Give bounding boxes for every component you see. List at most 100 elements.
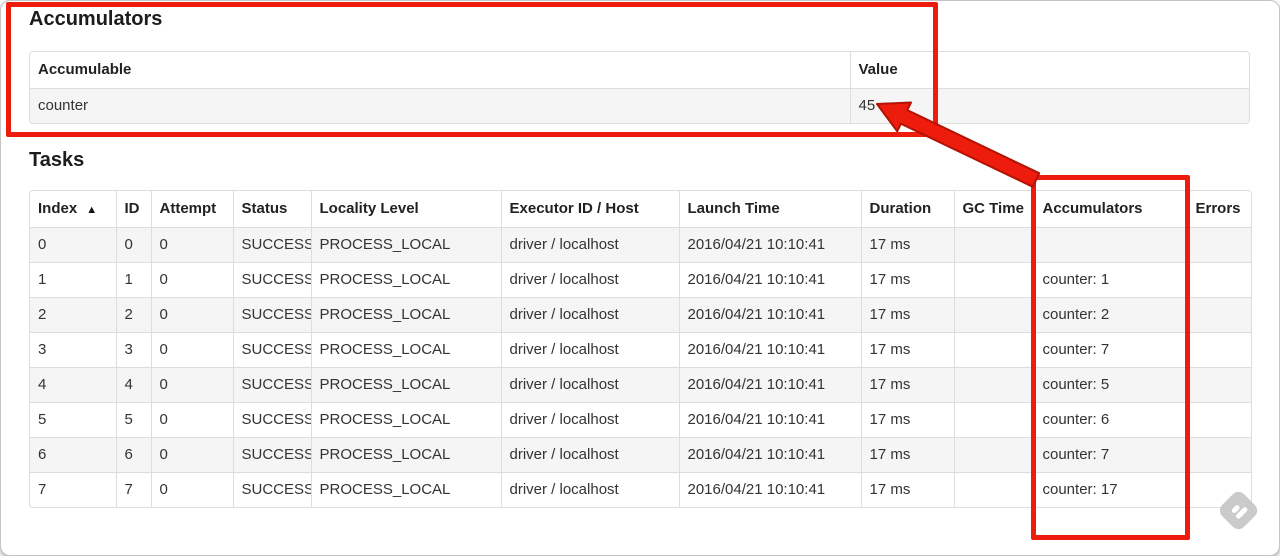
table-cell: 0 — [150, 297, 233, 333]
table-cell: 7 — [115, 472, 151, 507]
table-cell: 1 — [30, 262, 116, 298]
column-header-attempt[interactable]: Attempt — [150, 191, 233, 228]
accumulators-section-title: Accumulators — [29, 8, 163, 30]
table-cell — [1186, 402, 1251, 438]
table-cell — [953, 472, 1034, 507]
table-cell: 4 — [30, 367, 116, 403]
table-cell: driver / localhost — [500, 297, 679, 333]
table-cell — [953, 367, 1034, 403]
column-header-index[interactable]: Index ▲ — [30, 191, 116, 228]
table-row: 3 3 0 SUCCESS PROCESS_LOCAL driver / localhos… — [30, 332, 1251, 368]
table-cell: 2016/04/21 10:10:41 — [678, 367, 861, 403]
table-cell: PROCESS_LOCAL — [310, 402, 501, 438]
table-cell: driver / localhost — [500, 437, 679, 473]
table-cell: 2 — [30, 297, 116, 333]
accumulators-table: Accumulable Value counter 45 — [29, 51, 1250, 124]
tasks-table-grid: Index ▲ ID Attempt Status Locality Level Execu… — [30, 191, 1251, 507]
table-cell: counter: 17 — [1033, 472, 1187, 507]
column-header-label: Index — [38, 200, 78, 217]
table-cell: SUCCESS — [232, 297, 311, 333]
table-cell: PROCESS_LOCAL — [310, 262, 501, 298]
table-cell: 0 — [150, 227, 233, 263]
table-cell: 5 — [115, 402, 151, 438]
table-cell: driver / localhost — [500, 367, 679, 403]
table-cell: 2016/04/21 10:10:41 — [678, 262, 861, 298]
table-row: 1 1 0 SUCCESS PROCESS_LOCAL driver / localhos… — [30, 262, 1251, 298]
table-cell: 6 — [115, 437, 151, 473]
column-header-id[interactable]: ID — [115, 191, 151, 228]
header-row: Accumulable Value — [30, 52, 1249, 89]
table-cell: 4 — [115, 367, 151, 403]
table-cell: counter: 2 — [1033, 297, 1187, 333]
column-header-launch-time[interactable]: Launch Time — [678, 191, 861, 228]
column-header-label: Executor ID / Host — [509, 200, 639, 217]
column-header-label: Accumulable — [38, 61, 132, 78]
table-cell: SUCCESS — [232, 472, 311, 507]
table-cell — [1186, 227, 1251, 263]
table-cell — [1033, 227, 1187, 263]
column-header-accumulable: Accumulable — [30, 52, 850, 89]
table-cell: SUCCESS — [232, 332, 311, 368]
table-cell: SUCCESS — [232, 227, 311, 263]
table-cell: 17 ms — [860, 262, 954, 298]
table-cell: 7 — [30, 472, 116, 507]
table-cell: driver / localhost — [500, 402, 679, 438]
column-header-label: Duration — [869, 200, 932, 217]
column-header-value: Value — [849, 52, 1249, 89]
table-cell: 2016/04/21 10:10:41 — [678, 297, 861, 333]
table-cell — [953, 402, 1034, 438]
column-header-label: Value — [858, 61, 898, 78]
table-cell: 0 — [150, 367, 233, 403]
table-cell — [1186, 437, 1251, 473]
table-row: 4 4 0 SUCCESS PROCESS_LOCAL driver / localhos… — [30, 367, 1251, 403]
header-row: Index ▲ ID Attempt Status Locality Level Execu… — [30, 191, 1251, 228]
column-header-gc-time[interactable]: GC Time — [953, 191, 1034, 228]
accumulators-table-grid: Accumulable Value counter 45 — [30, 52, 1249, 123]
column-header-accumulators[interactable]: Accumulators — [1033, 191, 1187, 228]
table-row: counter 45 — [30, 88, 1249, 123]
column-header-status[interactable]: Status — [232, 191, 311, 228]
column-header-label: GC Time — [962, 200, 1024, 217]
table-cell: PROCESS_LOCAL — [310, 227, 501, 263]
column-header-errors[interactable]: Errors — [1186, 191, 1251, 228]
tasks-table: Index ▲ ID Attempt Status Locality Level Execu… — [29, 190, 1252, 508]
table-cell: counter — [30, 88, 850, 123]
table-cell: counter: 1 — [1033, 262, 1187, 298]
table-cell: 17 ms — [860, 367, 954, 403]
table-cell: 3 — [115, 332, 151, 368]
table-cell: driver / localhost — [500, 332, 679, 368]
table-cell: 2016/04/21 10:10:41 — [678, 227, 861, 263]
table-cell — [953, 297, 1034, 333]
column-header-locality-level[interactable]: Locality Level — [310, 191, 501, 228]
table-cell: PROCESS_LOCAL — [310, 297, 501, 333]
column-header-executor-id-host[interactable]: Executor ID / Host — [500, 191, 679, 228]
table-cell: SUCCESS — [232, 262, 311, 298]
table-cell: 0 — [150, 332, 233, 368]
table-cell: 0 — [150, 262, 233, 298]
table-cell: 17 ms — [860, 437, 954, 473]
table-cell: 45 — [849, 88, 1249, 123]
table-cell — [953, 227, 1034, 263]
column-header-label: Attempt — [159, 200, 217, 217]
table-cell — [953, 262, 1034, 298]
table-cell: driver / localhost — [500, 227, 679, 263]
table-cell: 2016/04/21 10:10:41 — [678, 402, 861, 438]
column-header-label: Launch Time — [687, 200, 780, 217]
table-cell: 0 — [115, 227, 151, 263]
table-cell: 17 ms — [860, 297, 954, 333]
table-cell: driver / localhost — [500, 262, 679, 298]
column-header-duration[interactable]: Duration — [860, 191, 954, 228]
table-cell — [953, 332, 1034, 368]
table-cell: 5 — [30, 402, 116, 438]
column-header-label: Status — [241, 200, 288, 217]
table-cell: 17 ms — [860, 227, 954, 263]
table-cell: PROCESS_LOCAL — [310, 332, 501, 368]
table-row: 7 7 0 SUCCESS PROCESS_LOCAL driver / localhos… — [30, 472, 1251, 507]
table-cell: 0 — [150, 437, 233, 473]
table-cell — [1186, 262, 1251, 298]
table-cell: 17 ms — [860, 472, 954, 507]
table-cell — [1186, 297, 1251, 333]
table-cell: 3 — [30, 332, 116, 368]
table-cell: counter: 7 — [1033, 437, 1187, 473]
table-cell: PROCESS_LOCAL — [310, 367, 501, 403]
